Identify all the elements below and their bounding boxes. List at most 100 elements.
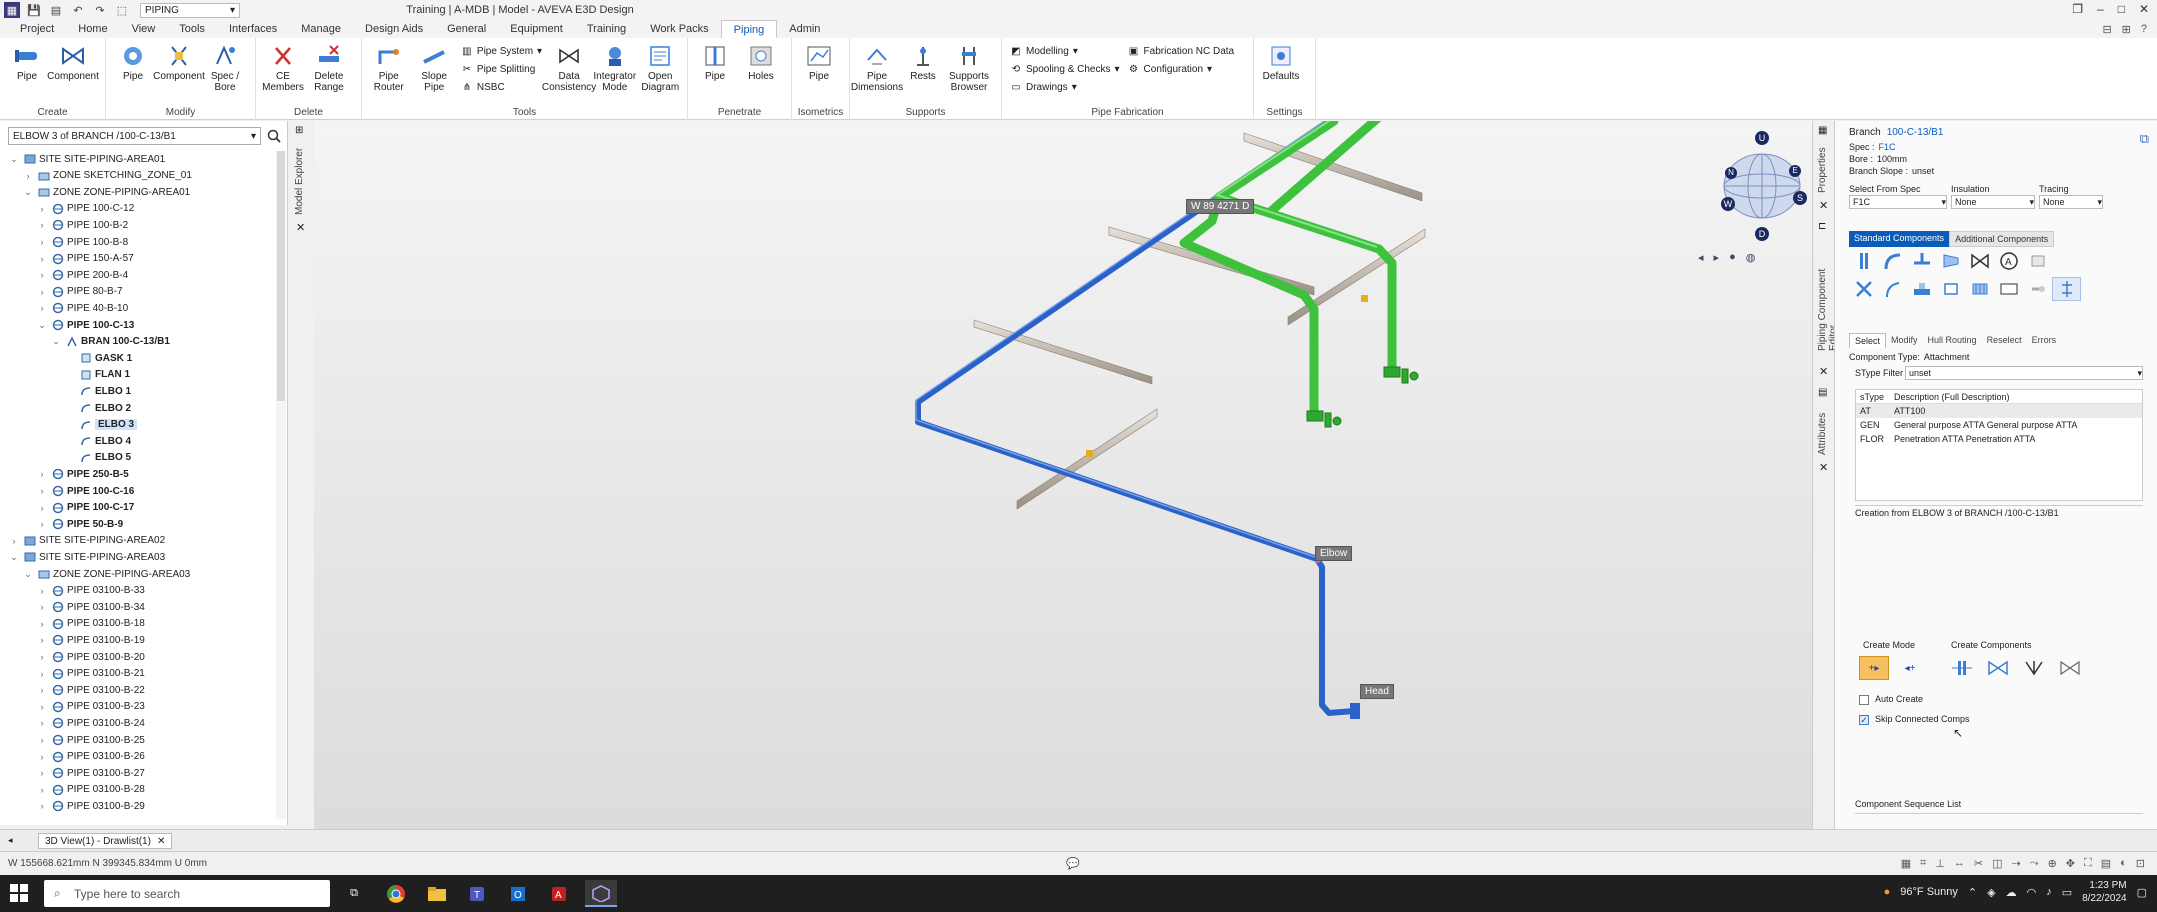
tree-node[interactable]: › PIPE 03100-B-34 [36,599,145,615]
pin-icon[interactable]: ▤ [1818,387,1827,398]
isometrics-pipe-button[interactable]: Pipe [796,40,842,106]
collapse-icon[interactable]: ⌄ [22,569,34,580]
nav-west-label[interactable]: W [1721,197,1735,211]
tree-node[interactable]: › PIPE 100-B-8 [36,234,129,250]
search-icon[interactable] [265,127,283,145]
nsbc-button[interactable]: ⋔ NSBC [461,80,542,94]
expand-icon[interactable]: › [36,768,48,778]
taskbar-search-input[interactable]: ⌕ Type here to search [44,880,330,907]
isolate-icon[interactable]: ◫ [1992,857,2002,870]
spooling-checks-button[interactable]: ⟲ Spooling & Checks ▾ [1010,62,1120,76]
column-header-stype[interactable]: sType [1856,392,1894,402]
tab-errors[interactable]: Errors [2027,333,2062,348]
blue-pipe[interactable] [915,121,1357,716]
instrument-icon[interactable]: A [1994,249,2023,273]
tab-general[interactable]: General [435,20,498,38]
integrator-mode-button[interactable]: Integrator Mode [592,40,637,106]
create-flange-button[interactable] [1947,656,1977,680]
modify-component-button[interactable]: Component [153,40,205,106]
pipe-system-button[interactable]: ▥ Pipe System ▾ [461,44,542,58]
filter-icon[interactable] [1965,277,1994,301]
pipe-dimensions-button[interactable]: Pipe Dimensions [851,40,903,106]
tree-scrollbar-thumb[interactable] [277,151,285,401]
elbow-icon[interactable] [1878,249,1907,273]
attributes-tab[interactable]: Attributes [1817,405,1828,455]
skip-connected-checkbox[interactable]: ✓ [1859,715,1869,725]
tab-reselect[interactable]: Reselect [1982,333,2027,348]
rotate-right-icon[interactable]: ▸ [1714,251,1720,264]
expand-icon[interactable]: › [36,685,48,695]
network-icon[interactable]: ◈ [1987,886,1995,899]
tree-node[interactable]: › PIPE 100-C-17 [36,500,135,516]
close-icon[interactable]: ✕ [2139,2,2149,16]
tab-project[interactable]: Project [8,20,66,38]
outlook-icon[interactable]: O [503,880,535,907]
grid-icon[interactable]: ▦ [1901,857,1911,870]
collapse-icon[interactable]: ⌄ [50,336,62,347]
expand-icon[interactable]: › [36,204,48,214]
penetrate-pipe-button[interactable]: Pipe [692,40,738,106]
fabrication-nc-data-button[interactable]: ▣ Fabrication NC Data [1128,44,1234,58]
tree-node[interactable]: › PIPE 250-B-5 [36,466,129,482]
valve-icon[interactable] [1965,249,1994,273]
section-icon[interactable]: ▤ [2101,857,2111,870]
expand-icon[interactable]: › [36,237,48,247]
expand-icon[interactable]: › [36,785,48,795]
slope-pipe-button[interactable]: Slope Pipe [411,40,456,106]
tab-interfaces[interactable]: Interfaces [217,20,289,38]
collapse-icon[interactable]: ⌄ [8,552,20,563]
expand-icon[interactable]: › [36,486,48,496]
auto-create-checkbox[interactable] [1859,695,1869,705]
create-mode-after-button[interactable]: +▸ [1859,656,1889,680]
nav-south-label[interactable]: S [1793,191,1807,205]
holes-button[interactable]: Holes [738,40,784,106]
expand-icon[interactable]: › [36,519,48,529]
tree-node[interactable]: ⌄ ZONE ZONE-PIPING-AREA01 [22,184,190,200]
reducer-icon[interactable] [1936,249,1965,273]
tab-select[interactable]: Select [1849,333,1887,348]
tree-node[interactable]: › PIPE 100-B-2 [36,217,129,233]
tab-piping[interactable]: Piping [720,20,778,38]
home-view-icon[interactable]: ● [1729,251,1736,264]
tree-node[interactable]: › SITE SITE-PIPING-AREA02 [8,533,166,549]
nav-north-label[interactable]: N [1725,167,1737,179]
chrome-icon[interactable] [380,880,412,907]
tree-node[interactable]: › PIPE 03100-B-26 [36,749,145,765]
tree-node[interactable]: › PIPE 40-B-10 [36,300,129,316]
expand-icon[interactable]: › [36,619,48,629]
file-explorer-icon[interactable] [421,880,453,907]
expand-icon[interactable]: › [36,652,48,662]
expand-icon[interactable]: › [36,669,48,679]
expand-icon[interactable]: › [36,718,48,728]
close-icon[interactable]: ✕ [1819,365,1828,378]
model-explorer-tab[interactable]: Model Explorer [294,145,305,215]
volume-icon[interactable]: ♪ [2046,886,2052,898]
tree-node[interactable]: › PIPE 03100-B-27 [36,765,145,781]
pipe-router-button[interactable]: Pipe Router [366,40,411,106]
green-pipe[interactable] [1179,121,1397,421]
tree-scrollbar[interactable] [276,151,286,819]
configuration-button[interactable]: ⚙ Configuration ▾ [1128,62,1235,76]
notification-icon[interactable]: ▢ [2137,886,2147,899]
tree-node[interactable]: › PIPE 150-A-57 [36,251,134,267]
tree-node[interactable]: ⌄ PIPE 100-C-13 [36,317,134,333]
blind-icon[interactable] [2023,277,2052,301]
tracing-dropdown[interactable]: None ▾ [2039,195,2103,209]
close-icon[interactable]: ✕ [157,836,165,847]
snap-icon[interactable]: ⌗ [1920,857,1926,870]
cloud-icon[interactable]: ☁ [2006,886,2017,899]
bend-icon[interactable] [1878,277,1907,301]
expand-icon[interactable]: › [36,469,48,479]
teams-icon[interactable]: T [462,880,494,907]
tree-node[interactable]: › PIPE 03100-B-18 [36,616,145,632]
tree-node[interactable]: GASK 1 [64,350,132,366]
select-from-spec-dropdown[interactable]: F1C ▾ [1849,195,1947,209]
ortho-icon[interactable]: ⊥ [1935,857,1945,870]
pipe-splitting-button[interactable]: ✂ Pipe Splitting [461,62,542,76]
close-icon[interactable]: ✕ [1819,461,1828,474]
tree-node[interactable]: › PIPE 03100-B-24 [36,715,145,731]
tree-node[interactable]: ELBO 1 [64,383,131,399]
pan-icon[interactable]: ✥ [2066,857,2075,870]
tree-node[interactable]: › PIPE 03100-B-33 [36,583,145,599]
open-diagram-button[interactable]: Open Diagram [638,40,683,106]
